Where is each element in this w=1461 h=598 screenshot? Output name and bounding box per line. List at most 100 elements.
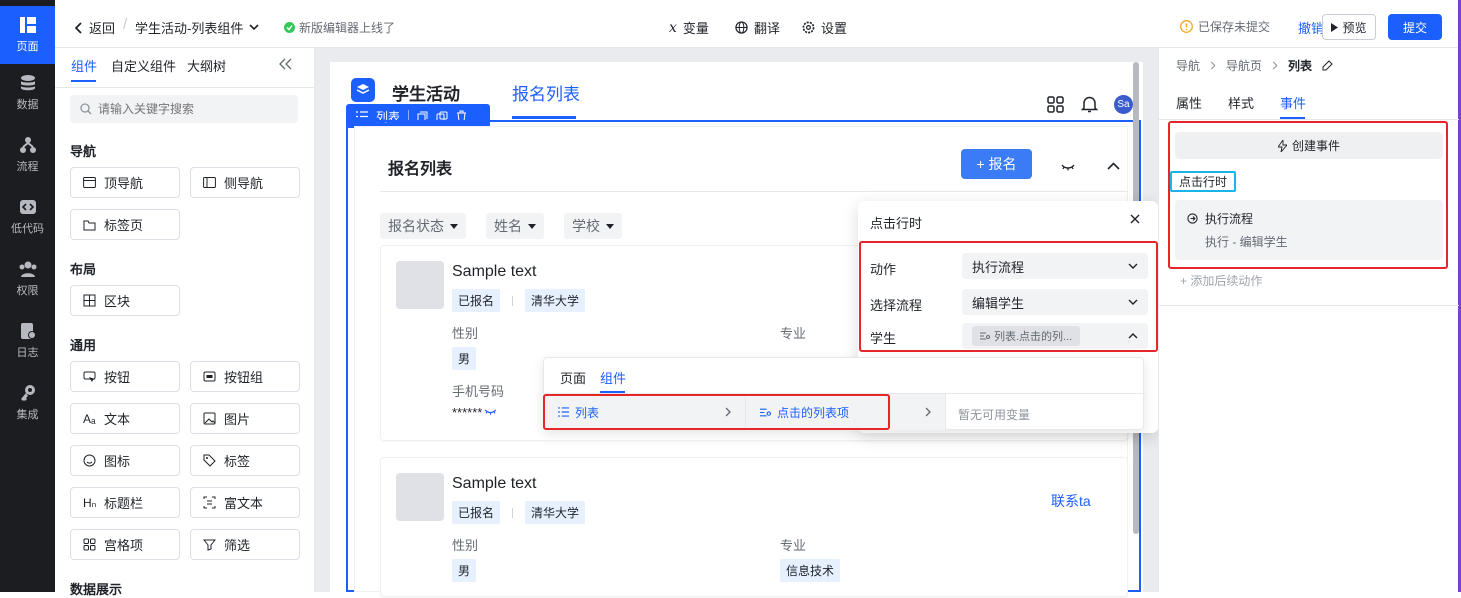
app-logo — [351, 78, 375, 102]
back-button[interactable]: 返回 — [75, 18, 115, 37]
picker-tab-component[interactable]: 组件 — [600, 368, 626, 387]
notice-banner[interactable]: 新版编辑器上线了 — [284, 19, 395, 36]
component-grid[interactable]: 宫格项 — [70, 529, 180, 560]
submit-button[interactable]: 提交 — [1388, 14, 1442, 40]
tab-events[interactable]: 事件 — [1280, 93, 1306, 112]
rail-item-logs[interactable]: 日志 — [0, 312, 55, 370]
rail-item-flow[interactable]: 流程 — [0, 126, 55, 184]
variables-button[interactable]: 𝑥 变量 — [669, 18, 709, 37]
highlight-event-config — [1168, 121, 1448, 269]
rich-text-icon — [203, 496, 216, 509]
grid-icon — [83, 538, 96, 551]
caret-down-icon — [450, 223, 458, 229]
item-thumbnail — [396, 261, 444, 309]
component-tag[interactable]: 标签 — [190, 445, 300, 476]
component-label: 图标 — [104, 454, 131, 469]
left-rail: 页面 数据 流程 低代码 权限 日志 集成 — [0, 0, 55, 592]
eye-hidden-icon[interactable] — [484, 409, 497, 416]
translate-label: 翻译 — [754, 21, 781, 36]
rail-item-lowcode[interactable]: 低代码 — [0, 188, 55, 246]
nav-tab-underline — [512, 116, 576, 119]
tab-properties[interactable]: 属性 — [1176, 93, 1202, 112]
component-button[interactable]: 按钮 — [70, 361, 180, 392]
picker-tab-page[interactable]: 页面 — [560, 368, 586, 387]
rail-item-permissions[interactable]: 权限 — [0, 250, 55, 308]
component-image[interactable]: 图片 — [190, 403, 300, 434]
phone-masked: ****** — [452, 405, 483, 420]
log-icon — [20, 323, 36, 339]
breadcrumb-item[interactable]: 导航页 — [1226, 57, 1262, 74]
back-label: 返回 — [89, 21, 116, 36]
tab-divider — [55, 87, 315, 88]
add-followup-action[interactable]: + 添加后续动作 — [1180, 272, 1262, 289]
tag-divider — [512, 295, 514, 306]
filter-name[interactable]: 姓名 — [486, 213, 544, 239]
component-button-group[interactable]: 按钮组 — [190, 361, 300, 392]
key-icon — [20, 385, 35, 401]
component-icon[interactable]: 图标 — [70, 445, 180, 476]
component-label: 按钮 — [104, 370, 131, 385]
filter-school[interactable]: 学校 — [564, 213, 622, 239]
tab-components[interactable]: 组件 — [71, 56, 97, 75]
component-text[interactable]: Aₐ 文本 — [70, 403, 180, 434]
component-filter[interactable]: 筛选 — [190, 529, 300, 560]
eye-hidden-icon[interactable] — [1061, 164, 1075, 172]
properties-panel: 导航 导航页 列表 属性 样式 事件 创建事件 点击行时 执行流程 执行 - 编… — [1158, 48, 1459, 592]
tab-outline[interactable]: 大纲树 — [187, 56, 226, 75]
phone-value: ****** — [452, 405, 497, 420]
side-nav-icon — [203, 177, 216, 188]
item-tags: 已报名 清华大学 — [452, 289, 586, 312]
edit-icon[interactable] — [1322, 60, 1333, 71]
filter-icon — [203, 539, 216, 551]
collapse-icon[interactable] — [279, 58, 292, 70]
list-item[interactable]: Sample text 已报名 清华大学 联系ta 性别 男 专业 信息技术 — [380, 457, 1128, 597]
filter-status[interactable]: 报名状态 — [380, 213, 466, 239]
contact-link[interactable]: 联系ta — [1051, 491, 1091, 511]
bell-icon[interactable] — [1081, 95, 1098, 113]
nav-tab-signup-list[interactable]: 报名列表 — [512, 80, 580, 105]
signup-button[interactable]: + 报名 — [961, 149, 1032, 179]
component-block[interactable]: 区块 — [70, 285, 180, 316]
close-icon[interactable] — [1130, 214, 1140, 224]
tab-custom-components[interactable]: 自定义组件 — [111, 56, 176, 75]
settings-button[interactable]: 设置 — [802, 18, 847, 37]
component-side-nav[interactable]: 侧导航 — [190, 167, 300, 198]
apps-grid-icon[interactable] — [1047, 96, 1064, 113]
list-title-divider — [380, 191, 1128, 192]
caret-down-icon — [528, 223, 536, 229]
preview-button[interactable]: 预览 — [1322, 14, 1376, 40]
rail-item-data[interactable]: 数据 — [0, 64, 55, 122]
component-title-bar[interactable]: Hₙ 标题栏 — [70, 487, 180, 518]
pages-icon — [19, 17, 36, 33]
rail-item-integration[interactable]: 集成 — [0, 374, 55, 432]
component-label: 标签页 — [104, 218, 144, 233]
item-thumbnail — [396, 473, 444, 521]
undo-button[interactable]: 撤销 — [1298, 18, 1324, 37]
rail-item-pages[interactable]: 页面 — [0, 6, 55, 64]
app-title-dropdown[interactable]: 学生活动-列表组件 — [135, 18, 259, 37]
chevron-up-icon[interactable] — [1107, 162, 1120, 170]
school-badge: 清华大学 — [525, 501, 586, 524]
search-icon — [80, 103, 92, 115]
component-tabs[interactable]: 标签页 — [70, 209, 180, 240]
notice-text: 新版编辑器上线了 — [299, 21, 396, 35]
chevron-right-icon — [925, 407, 931, 417]
breadcrumb-item[interactable]: 导航 — [1176, 57, 1200, 74]
component-label: 标题栏 — [104, 496, 144, 511]
avatar[interactable]: Sa — [1114, 95, 1133, 114]
translate-button[interactable]: 翻译 — [735, 18, 780, 37]
search-field[interactable] — [70, 95, 298, 123]
filter-label: 报名状态 — [388, 218, 444, 234]
app-title: 学生活动-列表组件 — [135, 21, 244, 36]
save-status-text: 已保存未提交 — [1198, 20, 1271, 34]
tab-underline — [71, 80, 96, 82]
text-icon: Aₐ — [83, 411, 96, 426]
search-input[interactable] — [98, 102, 278, 116]
chevron-down-icon — [249, 24, 259, 31]
status-badge: 已报名 — [452, 501, 501, 524]
tab-styles[interactable]: 样式 — [1228, 93, 1254, 112]
component-rich-text[interactable]: 富文本 — [190, 487, 300, 518]
database-icon — [20, 75, 35, 91]
globe-icon — [735, 21, 748, 34]
component-top-nav[interactable]: 顶导航 — [70, 167, 180, 198]
